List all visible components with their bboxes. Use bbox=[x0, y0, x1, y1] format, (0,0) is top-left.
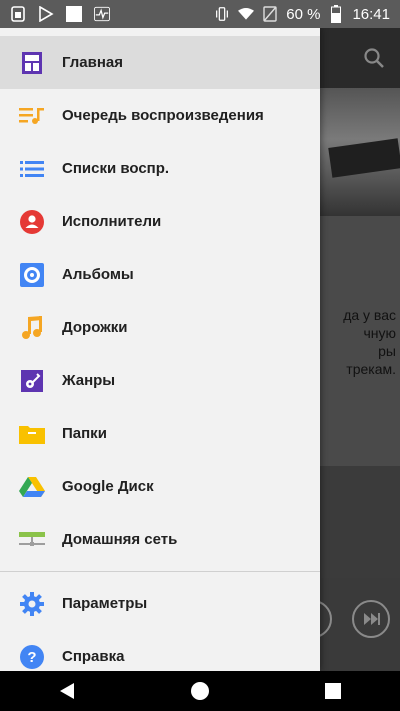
drawer-item-playlists[interactable]: Списки воспр. bbox=[0, 142, 320, 195]
play-store-icon bbox=[38, 6, 54, 22]
help-icon: ? bbox=[18, 643, 46, 671]
drawer-item-tracks[interactable]: Дорожки bbox=[0, 301, 320, 354]
background-player bbox=[320, 578, 400, 671]
google-drive-icon bbox=[18, 473, 46, 501]
background-text-line: ры bbox=[378, 343, 396, 359]
status-bar: 60 % 16:41 bbox=[0, 0, 400, 28]
system-navigation-bar bbox=[0, 671, 400, 711]
drawer-item-queue[interactable]: Очередь воспроизведения bbox=[0, 89, 320, 142]
drawer-divider bbox=[0, 571, 320, 572]
drawer-item-label: Справка bbox=[62, 648, 125, 665]
sim-icon bbox=[10, 6, 26, 22]
drawer-item-home-network[interactable]: Домашняя сеть bbox=[0, 513, 320, 566]
play-button-circle bbox=[320, 600, 332, 638]
search-icon bbox=[362, 46, 386, 70]
clock: 16:41 bbox=[352, 5, 390, 23]
drawer-item-label: Исполнители bbox=[62, 213, 162, 230]
activity-icon bbox=[94, 6, 110, 22]
home-button[interactable] bbox=[180, 671, 220, 711]
svg-text:?: ? bbox=[27, 649, 36, 666]
drawer-item-artists[interactable]: Исполнители bbox=[0, 195, 320, 248]
recents-button[interactable] bbox=[313, 671, 353, 711]
home-icon bbox=[18, 49, 46, 77]
drawer-item-label: Дорожки bbox=[62, 319, 128, 336]
background-text-line: трекам. bbox=[346, 361, 396, 377]
home-network-icon bbox=[18, 526, 46, 554]
drawer-item-label: Очередь воспроизведения bbox=[62, 107, 264, 124]
back-button[interactable] bbox=[47, 671, 87, 711]
music-note-icon bbox=[18, 314, 46, 342]
drawer-item-help[interactable]: ? Справка bbox=[0, 630, 320, 671]
drawer-item-home[interactable]: Главная bbox=[0, 36, 320, 89]
drawer-item-settings[interactable]: Параметры bbox=[0, 577, 320, 630]
square-notification-icon bbox=[66, 6, 82, 22]
drawer-item-albums[interactable]: Альбомы bbox=[0, 248, 320, 301]
drawer-item-label: Google Диск bbox=[62, 478, 154, 495]
drawer-item-google-drive[interactable]: Google Диск bbox=[0, 460, 320, 513]
background-artwork bbox=[320, 88, 400, 216]
drawer-item-label: Параметры bbox=[62, 595, 148, 612]
drawer-item-label: Альбомы bbox=[62, 266, 134, 283]
folder-icon bbox=[18, 420, 46, 448]
queue-music-icon bbox=[18, 102, 46, 130]
drawer-item-label: Папки bbox=[62, 425, 107, 442]
drawer-item-genres[interactable]: Жанры bbox=[0, 354, 320, 407]
background-text: да у вас чную ры трекам. bbox=[320, 216, 400, 466]
drawer-item-label: Главная bbox=[62, 54, 124, 71]
guitar-icon bbox=[18, 367, 46, 395]
playlist-icon bbox=[18, 155, 46, 183]
navigation-drawer: Главная Очередь воспроизведения Списки в… bbox=[0, 28, 320, 671]
artist-icon bbox=[18, 208, 46, 236]
background-app: да у вас чную ры трекам. bbox=[320, 28, 400, 671]
drawer-item-label: Списки воспр. bbox=[62, 160, 170, 177]
battery-percent: 60 % bbox=[286, 5, 321, 23]
wifi-icon bbox=[238, 6, 255, 22]
vibrate-icon bbox=[214, 6, 230, 22]
background-text-line: да у вас bbox=[343, 307, 396, 323]
battery-icon bbox=[328, 5, 344, 23]
gear-icon bbox=[18, 590, 46, 618]
background-header bbox=[320, 28, 400, 88]
drawer-item-folders[interactable]: Папки bbox=[0, 407, 320, 460]
drawer-item-label: Жанры bbox=[62, 372, 116, 389]
no-sim-icon bbox=[262, 6, 278, 22]
background-text-line: чную bbox=[363, 325, 396, 341]
drawer-item-label: Домашняя сеть bbox=[62, 531, 178, 548]
skip-next-icon bbox=[352, 600, 390, 638]
album-icon bbox=[18, 261, 46, 289]
